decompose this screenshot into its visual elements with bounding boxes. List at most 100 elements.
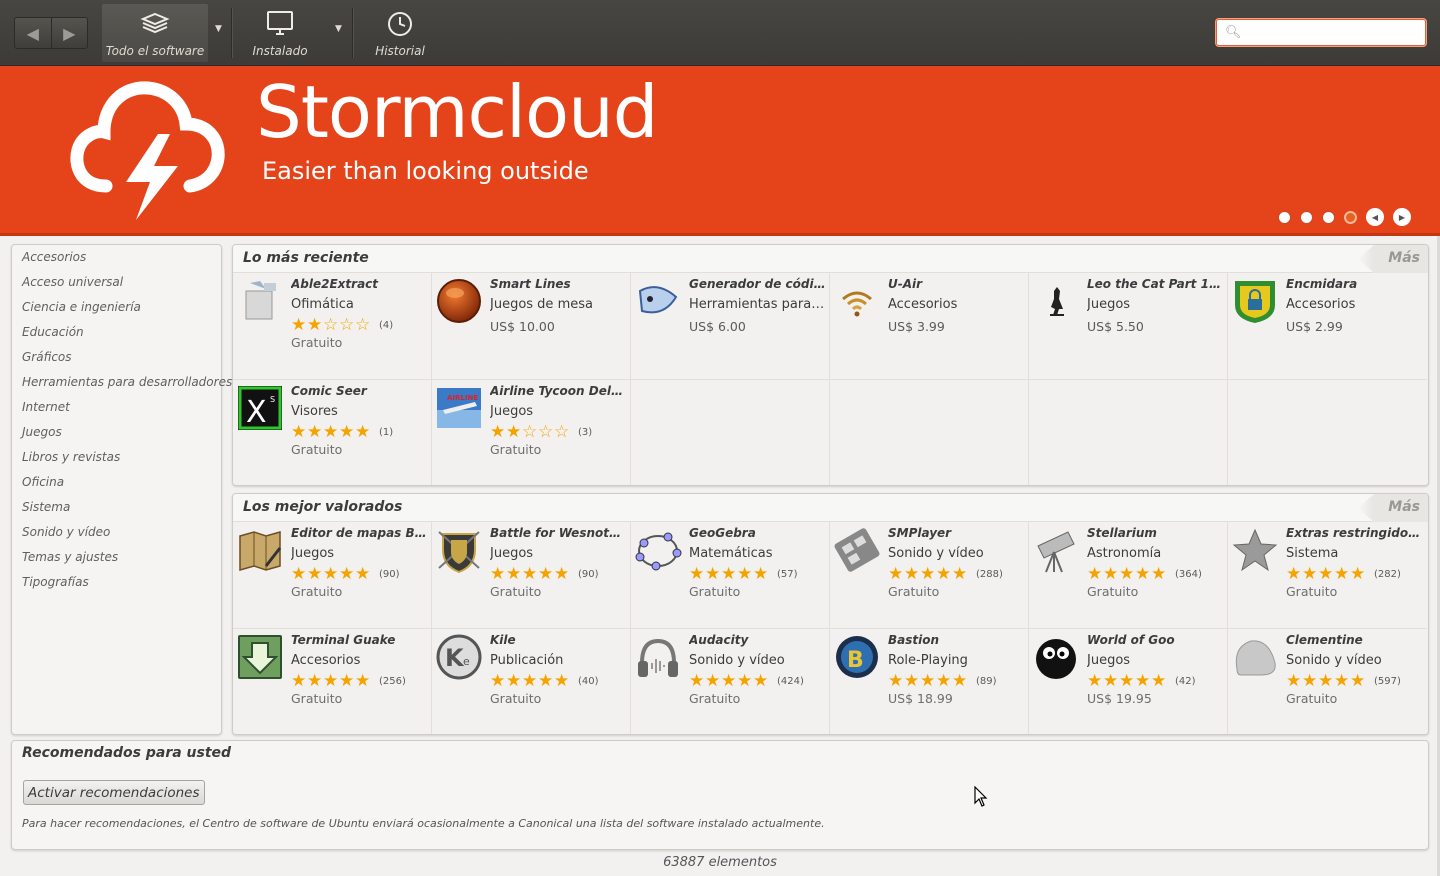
category-item[interactable]: Tipografías [12,573,221,598]
rating-count: (40) [578,676,599,687]
rating-star-icon: ★ [1302,671,1318,691]
forward-button[interactable]: ▶ [50,18,88,48]
category-item[interactable]: Educación [12,323,221,348]
panel-header: Lo más reciente Más [233,245,1428,273]
app-tile[interactable]: X S Comic Seer Visores ★ ★ ★ ★ ★ (1) Gratuito [233,380,432,485]
empty-tile [1228,380,1427,485]
rating-star-icon: ★ [506,564,522,584]
app-name: Able2Extract [291,277,379,291]
rating-star-icon: ★ [554,564,570,584]
rating-star-icon: ★ [920,564,936,584]
app-price: US$ 19.95 [1087,691,1152,706]
app-tile[interactable]: SMPlayer Sonido y vídeo ★ ★ ★ ★ ★ (288) Gratuito [830,522,1029,629]
app-tile[interactable]: Encmidara Accesorios US$ 2.99 [1228,273,1427,380]
more-button[interactable]: Más [1358,494,1428,522]
app-tile[interactable]: Stellarium Astronomía ★ ★ ★ ★ ★ (364) Gratuito [1029,522,1228,629]
category-item[interactable]: Ciencia e ingeniería [12,298,221,323]
guake-icon [238,635,282,679]
category-item[interactable]: Accesorios [12,248,221,273]
app-tile[interactable]: U-Air Accesorios US$ 3.99 [830,273,1029,380]
app-category: Accesorios [1286,297,1356,312]
app-tile[interactable]: Battle for Wesnoth (1...Juegos★★★★★(90)G… [432,522,631,629]
rating-star-icon: ★ [689,564,705,584]
app-name: Extras restringidos de... [1286,526,1424,540]
rating-star-icon: ★ [339,422,355,442]
category-item[interactable]: Libros y revistas [12,448,221,473]
rating-star-icon: ★ [323,422,339,442]
app-category: Accesorios [888,297,958,312]
app-name: Smart Lines [490,277,571,291]
carousel-dot[interactable] [1300,210,1313,224]
all-software-button[interactable]: Todo el software [102,4,208,62]
category-item[interactable]: Juegos [12,423,221,448]
geogebra-icon [635,532,682,571]
banner-title: Stormcloud [256,70,658,154]
category-item[interactable]: Acceso universal [12,273,221,298]
category-item[interactable]: Oficina [12,473,221,498]
all-software-dropdown-icon[interactable]: ▼ [215,24,222,34]
cat-icon [1050,287,1064,316]
panel-title: Lo más reciente [243,250,369,266]
rating-star-icon: ★ [307,671,323,691]
category-item[interactable]: Temas y ajustes [12,548,221,573]
more-button[interactable]: Más [1358,245,1428,273]
app-tile[interactable]: Able2Extract Ofimática ★ ★ ☆ ☆ ☆ (4) Gratuito [233,273,432,380]
app-price: Gratuito [1087,584,1139,599]
app-tile[interactable]: World of Goo Juegos ★ ★ ★ ★ ★ (42) US$ 19.95 [1029,629,1228,734]
category-item[interactable]: Sistema [12,498,221,523]
history-button[interactable]: Historial [352,4,448,62]
app-tile[interactable]: Extras restringidos de...Sistema★★★★★(28… [1228,522,1427,629]
rating-star-icon: ★ [323,671,339,691]
app-tile[interactable]: Editor de mapas Battl...Juegos★★★★★(90)G… [233,522,432,629]
category-item[interactable]: Internet [12,398,221,423]
installed-dropdown-icon[interactable]: ▼ [335,24,342,34]
rating-count: (597) [1374,676,1401,687]
search-box[interactable]: 🔍︎ [1216,19,1426,46]
app-rating: ★ ★ ★ ★ ★ (256) [291,673,406,690]
carousel-dot[interactable] [1278,210,1291,224]
installed-button[interactable]: Instalado [232,4,328,62]
rating-star-icon: ★ [1135,671,1151,691]
carousel-next-button[interactable]: ▶ [1393,208,1411,226]
carousel-dot-active[interactable] [1344,210,1357,224]
monitor-icon [267,11,293,35]
mouse-cursor-icon [974,786,988,807]
app-name: GeoGebra [689,526,756,540]
category-item[interactable]: Gráficos [12,348,221,373]
app-tile[interactable]: Smart Lines Juegos de mesa US$ 10.00 [432,273,631,380]
app-name: U-Air [888,277,923,291]
rating-star-icon: ★ [737,564,753,584]
rating-star-icon: ★ [506,422,522,442]
carousel-previous-button[interactable]: ◀ [1366,208,1384,226]
back-button[interactable]: ◀ [15,18,51,48]
app-name: Stellarium [1087,526,1157,540]
search-input[interactable] [1243,23,1419,42]
app-tile[interactable]: Generador de código ... Herramientas para… [631,273,830,380]
rating-star-icon: ☆ [339,315,355,335]
category-item[interactable]: Herramientas para desarrolladores [12,373,232,398]
wesnoth-shield-icon [438,531,480,574]
app-tile[interactable]: Clementine Sonido y vídeo ★ ★ ★ ★ ★ (597) Gratui… [1228,629,1427,734]
rating-star-icon: ★ [753,671,769,691]
app-tile[interactable]: Ke Kile Publicación ★ ★ ★ ★ ★ (40) Gratuito [432,629,631,734]
carousel-dot[interactable] [1322,210,1335,224]
comic-seer-icon: XS [238,386,282,430]
featured-banner[interactable]: Stormcloud Easier than looking outside ◀… [0,66,1440,236]
app-tile[interactable]: GeoGebra Matemáticas ★ ★ ★ ★ ★ (57) Gratuito [631,522,830,629]
app-tile[interactable]: B Bastion Role-Playing ★ ★ ★ ★ ★ (89) US$ 18.99 [830,629,1029,734]
app-tile[interactable]: AIRLINEAirline Tycoon Deluxe...Juegos★★☆… [432,380,631,485]
activate-recommendations-button[interactable]: Activar recomendaciones [23,780,205,805]
rating-star-icon: ★ [307,422,323,442]
rating-star-icon: ★ [355,671,371,691]
app-tile[interactable]: Audacity Sonido y vídeo ★ ★ ★ ★ ★ (424) Gratuito [631,629,830,734]
recommendations-panel: Recomendados para usted Activar recomend… [11,740,1429,850]
app-price: Gratuito [490,584,542,599]
rating-star-icon: ★ [291,564,307,584]
app-tile[interactable]: Terminal Guake Accesorios ★ ★ ★ ★ ★ (256) Gratui… [233,629,432,734]
stormcloud-logo-icon [70,81,225,220]
telescope-icon [1037,531,1075,573]
clementine-icon [1235,640,1276,676]
app-tile[interactable]: Leo the Cat Part 1 & 2 Juegos US$ 5.50 [1029,273,1228,380]
category-item[interactable]: Sonido y vídeo [12,523,221,548]
right-arrow-icon: ▶ [63,23,76,43]
